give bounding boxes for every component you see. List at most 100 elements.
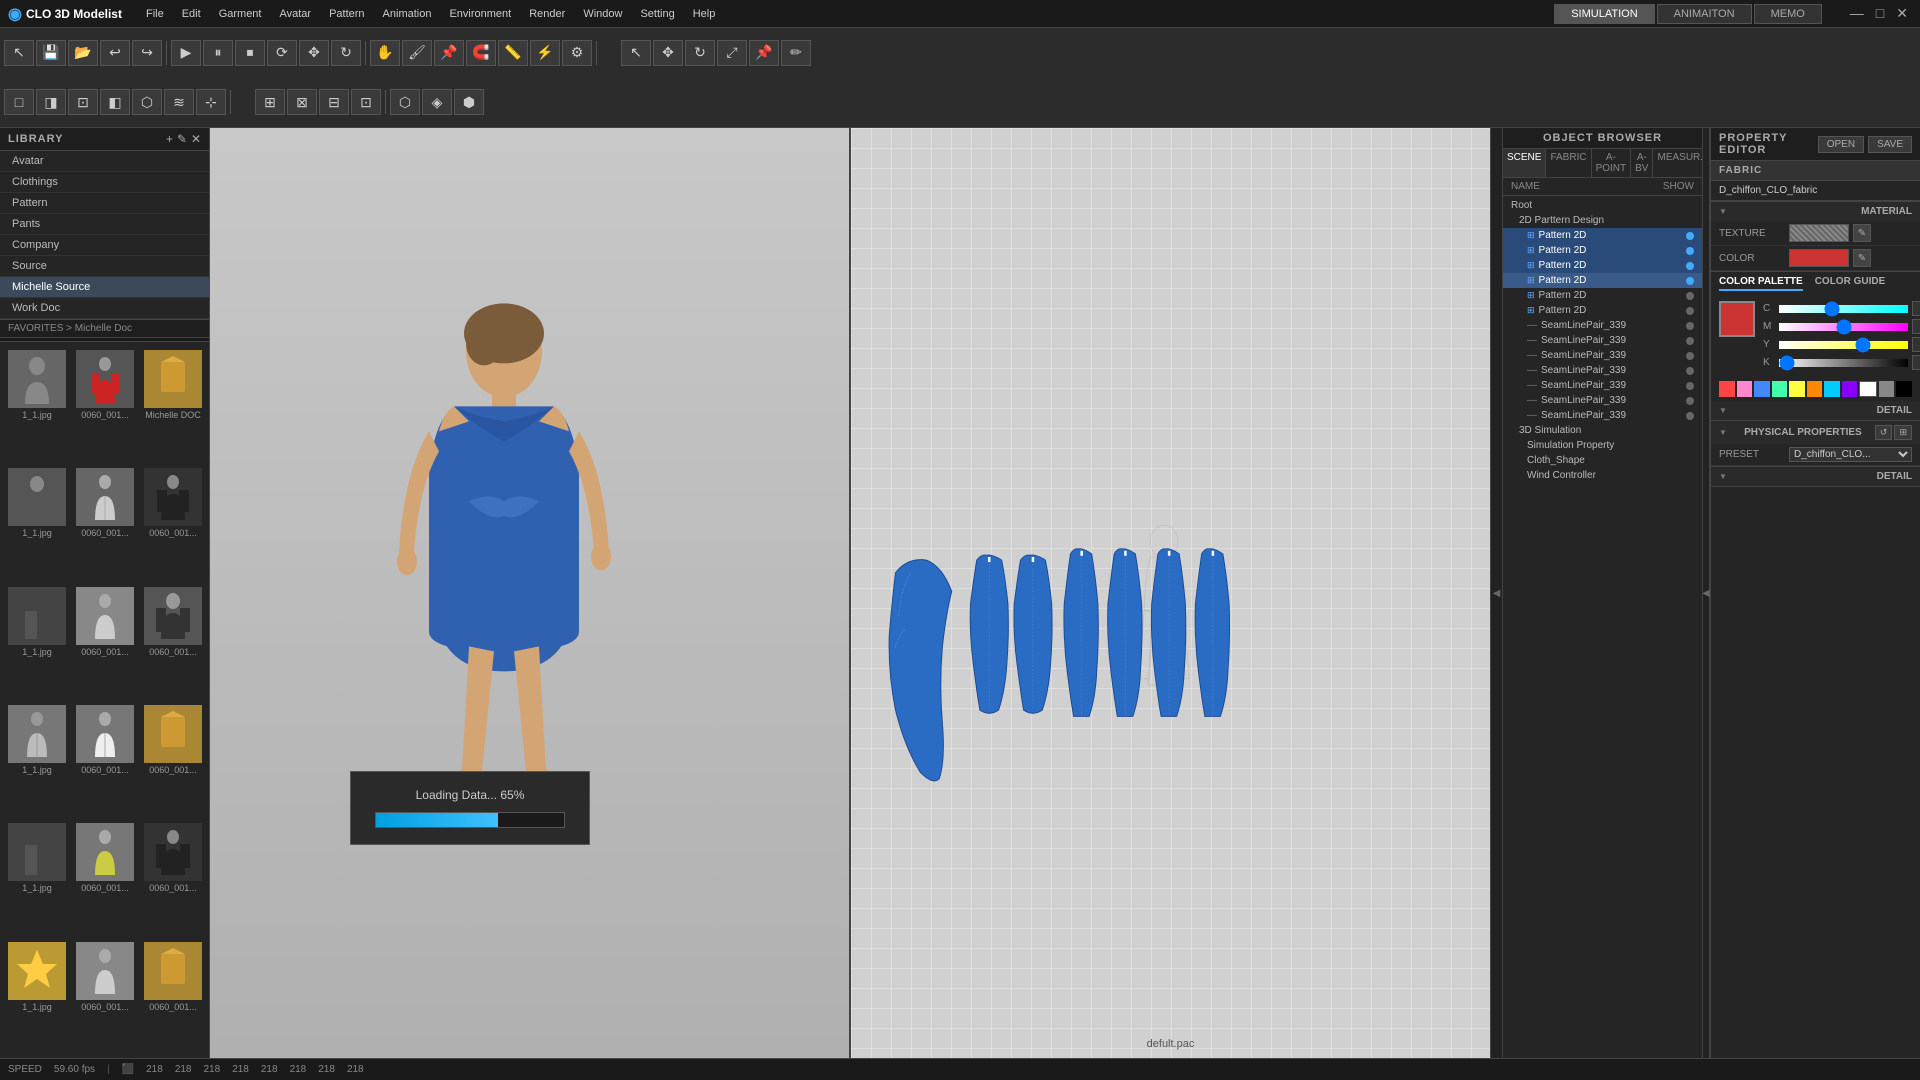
tool-reset[interactable]: ⏹ [235, 40, 265, 66]
tool-2d-row2-4[interactable]: ⊡ [351, 89, 381, 115]
viewport-3d[interactable]: Loading Data... 65% [210, 128, 851, 1058]
menu-edit[interactable]: Edit [174, 6, 209, 22]
ob-seam-3[interactable]: — SeamLinePair_339 [1503, 348, 1702, 363]
tool-2d-row2-1[interactable]: ⊞ [255, 89, 285, 115]
physical-section-header[interactable]: PHYSICAL PROPERTIES ↺ ⊞ [1711, 421, 1920, 444]
texture-swatch[interactable] [1789, 224, 1849, 242]
tool-2d-row2-5[interactable]: ⬡ [390, 89, 420, 115]
list-item[interactable]: 0060_001... [140, 701, 206, 817]
list-item[interactable]: 0060_001... [140, 819, 206, 935]
nav-clothings[interactable]: Clothings [0, 172, 209, 193]
list-item[interactable]: 0060_001... [140, 583, 206, 699]
tool-show-wire[interactable]: ⊹ [196, 89, 226, 115]
ob-seam-5[interactable]: — SeamLinePair_339 [1503, 378, 1702, 393]
viewport-2d[interactable]: defult.pac [851, 128, 1490, 1058]
palette-color-pink[interactable] [1737, 381, 1753, 397]
nav-work-doc[interactable]: Work Doc [0, 298, 209, 319]
physical-copy-btn[interactable]: ⊞ [1894, 425, 1912, 440]
tool-settings[interactable]: ⚙ [562, 40, 592, 66]
list-item[interactable]: 0060_001... [72, 819, 138, 935]
ob-pattern-2d-6[interactable]: ⊞ Pattern 2D [1503, 303, 1702, 318]
nav-pattern[interactable]: Pattern [0, 193, 209, 214]
panel-collapse-btn-2[interactable]: ◀ [1702, 128, 1710, 1058]
ob-2d-design[interactable]: 2D Parttern Design [1503, 213, 1702, 228]
ob-wind-controller[interactable]: Wind Controller [1503, 468, 1702, 483]
menu-environment[interactable]: Environment [441, 6, 519, 22]
tool-sync[interactable]: ⚡ [530, 40, 560, 66]
list-item[interactable]: Michelle DOC [140, 346, 206, 462]
palette-color-red[interactable] [1719, 381, 1735, 397]
cmyk-k-slider[interactable] [1779, 359, 1908, 367]
menu-animation[interactable]: Animation [375, 6, 440, 22]
ob-tab-apoint[interactable]: A-POINT [1592, 149, 1632, 177]
ob-simulation-property[interactable]: Simulation Property [1503, 438, 1702, 453]
library-add-btn[interactable]: + [166, 132, 173, 146]
palette-color-blue[interactable] [1754, 381, 1770, 397]
tool-view-persp[interactable]: ⬡ [132, 89, 162, 115]
palette-color-purple[interactable] [1842, 381, 1858, 397]
tool-2d-trace[interactable]: ✏ [781, 40, 811, 66]
ob-cloth-shape[interactable]: Cloth_Shape [1503, 453, 1702, 468]
tool-brush[interactable]: 🖌 [402, 40, 432, 66]
menu-garment[interactable]: Garment [211, 6, 270, 22]
tool-2d-move[interactable]: ✥ [653, 40, 683, 66]
texture-edit-btn[interactable]: ✎ [1853, 224, 1871, 242]
main-color-swatch[interactable] [1719, 301, 1755, 337]
ob-pattern-2d-3[interactable]: ⊞ Pattern 2D [1503, 258, 1702, 273]
nav-avatar[interactable]: Avatar [0, 151, 209, 172]
ob-pattern-2d-1[interactable]: ⊞ Pattern 2D [1503, 228, 1702, 243]
tool-2d-row2-6[interactable]: ◈ [422, 89, 452, 115]
tool-open[interactable]: 📂 [68, 40, 98, 66]
palette-color-orange[interactable] [1807, 381, 1823, 397]
tab-animation[interactable]: ANIMAITON [1657, 4, 1752, 24]
color-guide-tab[interactable]: COLOR GUIDE [1815, 276, 1886, 291]
ob-tab-abv[interactable]: A-BV [1631, 149, 1653, 177]
tool-pause[interactable]: ⏸ [203, 40, 233, 66]
ob-seam-6[interactable]: — SeamLinePair_339 [1503, 393, 1702, 408]
ob-seam-7[interactable]: — SeamLinePair_339 [1503, 408, 1702, 423]
menu-file[interactable]: File [138, 6, 172, 22]
list-item[interactable]: 0060_001... [140, 938, 206, 1054]
tool-redo[interactable]: ↪ [132, 40, 162, 66]
right-collapse-button[interactable]: ◀ [1490, 128, 1502, 1058]
detail-section-header[interactable]: DETAIL [1711, 401, 1920, 420]
tool-2d-pin[interactable]: 📌 [749, 40, 779, 66]
color-palette-tab[interactable]: COLOR PALETTE [1719, 276, 1803, 291]
menu-pattern[interactable]: Pattern [321, 6, 372, 22]
ob-seam-2[interactable]: — SeamLinePair_339 [1503, 333, 1702, 348]
tool-view-back[interactable]: ◨ [36, 89, 66, 115]
list-item[interactable]: 0060_001... [72, 701, 138, 817]
material-section-header[interactable]: MATERIAL [1711, 202, 1920, 221]
cmyk-y-slider[interactable] [1779, 341, 1908, 349]
ob-root[interactable]: Root [1503, 198, 1702, 213]
tool-measure[interactable]: 📏 [498, 40, 528, 66]
tool-2d-select[interactable]: ↖ [621, 40, 651, 66]
list-item[interactable]: 0060_001... [140, 464, 206, 580]
tool-view-side[interactable]: ◧ [100, 89, 130, 115]
color-edit-btn[interactable]: ✎ [1853, 249, 1871, 267]
list-item[interactable]: 0060_001... [72, 938, 138, 1054]
detail2-section-header[interactable]: DETAIL [1711, 467, 1920, 486]
library-edit-btn[interactable]: ✎ [177, 132, 187, 146]
menu-help[interactable]: Help [685, 6, 724, 22]
save-button[interactable]: SAVE [1868, 136, 1912, 153]
tool-2d-row2-2[interactable]: ⊠ [287, 89, 317, 115]
ob-pattern-2d-4[interactable]: ⊞ Pattern 2D [1503, 273, 1702, 288]
palette-color-black[interactable] [1896, 381, 1912, 397]
ob-seam-4[interactable]: — SeamLinePair_339 [1503, 363, 1702, 378]
tab-memo[interactable]: MEMO [1754, 4, 1822, 24]
menu-render[interactable]: Render [521, 6, 573, 22]
library-close-btn[interactable]: ✕ [191, 132, 201, 146]
nav-michelle-source[interactable]: Michelle Source [0, 277, 209, 298]
nav-source[interactable]: Source [0, 256, 209, 277]
open-button[interactable]: OPEN [1818, 136, 1864, 153]
color-swatch[interactable] [1789, 249, 1849, 267]
list-item[interactable]: 1_1.jpg [4, 464, 70, 580]
palette-color-white[interactable] [1859, 381, 1877, 397]
tool-pin[interactable]: 📌 [434, 40, 464, 66]
ob-tab-scene[interactable]: SCENE [1503, 149, 1546, 177]
palette-color-gray[interactable] [1879, 381, 1895, 397]
tool-transform[interactable]: ⟳ [267, 40, 297, 66]
ob-pattern-2d-2[interactable]: ⊞ Pattern 2D [1503, 243, 1702, 258]
ob-tab-fabric[interactable]: FABRIC [1546, 149, 1591, 177]
